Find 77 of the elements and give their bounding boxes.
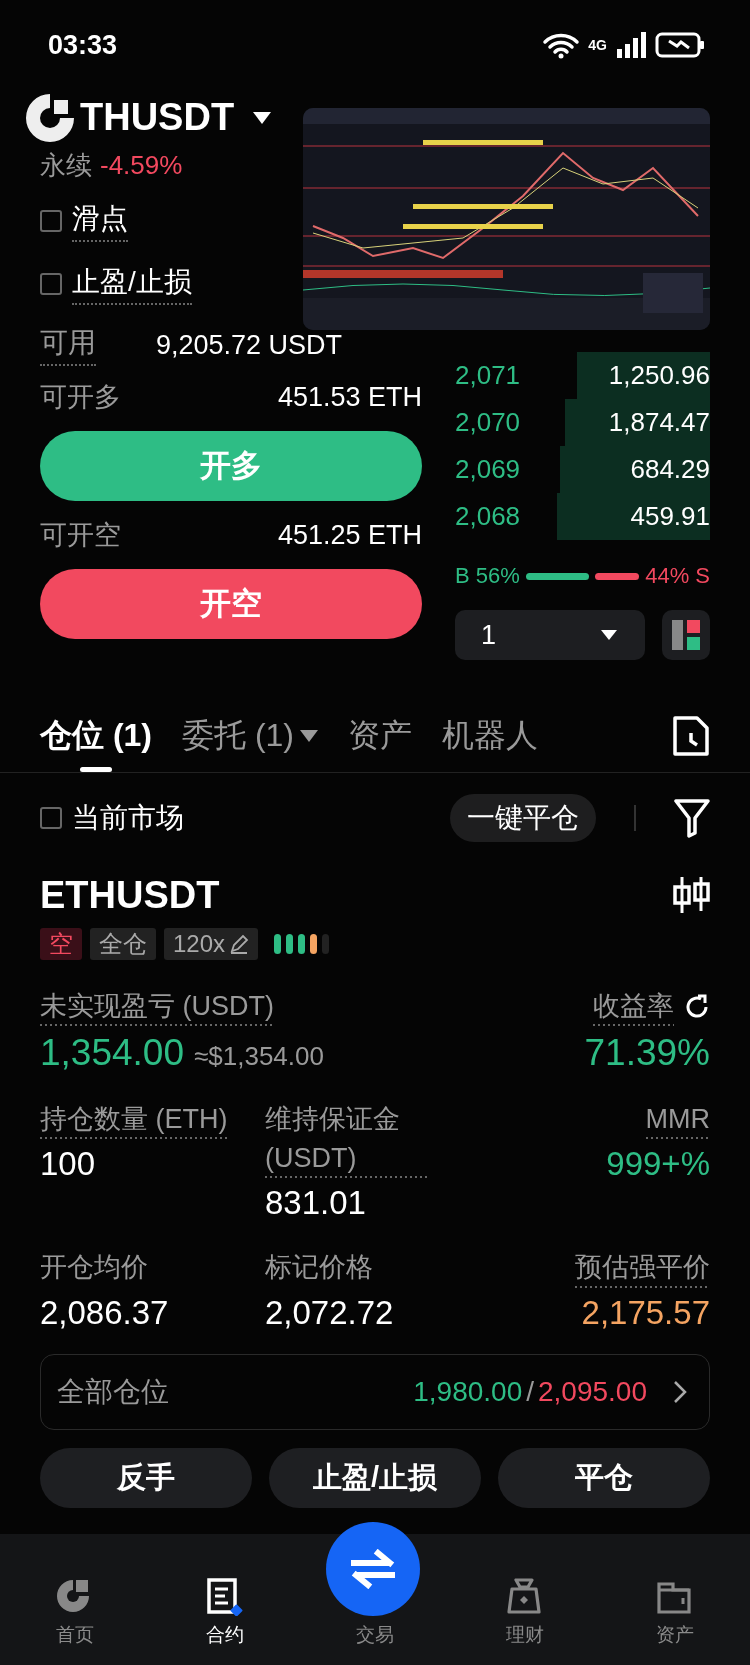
tab[interactable]: 委托 (1) xyxy=(182,700,318,772)
metric-value: 100 xyxy=(40,1145,96,1184)
refresh-icon[interactable] xyxy=(684,993,710,1020)
checkbox[interactable] xyxy=(40,209,62,232)
open-amount-value: 451.53 ETH xyxy=(277,381,422,413)
nav-tab[interactable]: 首页 xyxy=(0,1575,150,1649)
caret-icon[interactable] xyxy=(252,110,273,125)
nav-tab[interactable]: 资产 xyxy=(600,1575,750,1649)
leverage-tag[interactable]: 120x xyxy=(164,928,259,960)
metric-value: 2,086.37 xyxy=(40,1293,169,1332)
open-amount-label: 可开多 xyxy=(40,381,121,414)
price-change: -4.59% xyxy=(100,149,183,181)
bid-price[interactable]: 2,068 xyxy=(455,501,521,532)
action-button[interactable]: 平仓 xyxy=(498,1447,710,1508)
metric-value: 2,175.57 xyxy=(581,1293,710,1332)
precision-select[interactable]: 1 xyxy=(455,610,645,660)
layout-icon[interactable] xyxy=(672,620,700,650)
metric-value: 1,354.00 xyxy=(40,1032,185,1075)
buy-ratio: B 56% xyxy=(455,563,520,589)
nav-tab[interactable]: 合约 xyxy=(150,1575,300,1649)
action-button[interactable]: 反手 xyxy=(40,1447,252,1508)
bid-amount[interactable]: 684.29 xyxy=(630,454,710,485)
filter-label[interactable]: 当前市场 xyxy=(72,799,184,837)
margin-mode-tag: 全仓 xyxy=(90,928,156,960)
document-icon xyxy=(205,1576,245,1616)
all-positions-label: 全部仓位 xyxy=(57,1374,169,1409)
option-label[interactable]: 滑点 xyxy=(72,199,128,242)
status-time: 03:33 xyxy=(48,29,118,61)
tab[interactable]: 资产 xyxy=(348,700,412,772)
sell-ratio: 44% S xyxy=(645,563,710,589)
position-symbol[interactable]: ETHUSDT xyxy=(40,873,220,917)
bid-amount[interactable]: 1,874.47 xyxy=(608,407,710,438)
contract-type: 永续 xyxy=(40,148,92,182)
metric-value: 71.39% xyxy=(584,1032,710,1075)
action-button[interactable]: 止盈/止损 xyxy=(269,1447,481,1508)
history-icon[interactable] xyxy=(672,715,710,757)
nav-tab[interactable]: 交易 xyxy=(300,1621,450,1649)
battery-icon xyxy=(655,32,705,58)
candlestick-icon[interactable] xyxy=(672,875,710,915)
tab[interactable]: 机器人 xyxy=(442,700,538,772)
pie-icon[interactable] xyxy=(24,91,76,144)
open-amount-label: 可开空 xyxy=(40,519,121,552)
close-all-button[interactable]: 一键平仓 xyxy=(450,794,596,842)
signal-icon xyxy=(615,31,647,59)
bid-amount[interactable]: 459.91 xyxy=(630,501,710,532)
metric-subvalue: ≈$1,354.00 xyxy=(194,1041,324,1073)
bid-amount[interactable]: 1,250.96 xyxy=(608,360,710,391)
nav-tab[interactable]: 理财 xyxy=(450,1575,600,1649)
metric-value: 2,072.72 xyxy=(265,1293,394,1332)
open-amount-value: 451.25 ETH xyxy=(277,519,422,551)
side-tag: 空 xyxy=(40,928,82,960)
metric-value: 831.01 xyxy=(265,1184,366,1223)
metric-value: 999+% xyxy=(606,1145,710,1184)
all-positions-row[interactable]: 全部仓位 1,980.00/2,095.00 xyxy=(40,1353,710,1430)
bid-price[interactable]: 2,071 xyxy=(455,360,521,391)
caret-icon xyxy=(601,630,617,640)
bid-price[interactable]: 2,070 xyxy=(455,407,521,438)
swap-icon xyxy=(350,1549,396,1589)
checkbox[interactable] xyxy=(40,272,62,295)
metric-label: 开仓均价 xyxy=(40,1251,148,1285)
separator: / xyxy=(526,1375,534,1408)
symbol-title[interactable]: THUSDT xyxy=(80,96,235,139)
short-total: 2,095.00 xyxy=(538,1375,647,1408)
checkbox[interactable] xyxy=(40,807,62,829)
tab[interactable]: 仓位 (1) xyxy=(40,700,152,772)
chevron-icon xyxy=(673,1379,687,1404)
metric-label: 标记价格 xyxy=(265,1251,373,1285)
available-label: 可用 xyxy=(40,324,96,366)
available-value: 9,205.72 USDT xyxy=(156,329,343,361)
filter-icon[interactable] xyxy=(674,798,710,838)
option-label[interactable]: 止盈/止损 xyxy=(72,262,192,305)
network-type: 4G xyxy=(588,37,607,53)
open-short-button[interactable]: 开空 xyxy=(40,569,422,639)
pencil-icon xyxy=(229,934,250,954)
wifi-icon xyxy=(542,31,581,59)
bid-price[interactable]: 2,069 xyxy=(455,454,521,485)
long-total: 1,980.00 xyxy=(413,1375,523,1408)
